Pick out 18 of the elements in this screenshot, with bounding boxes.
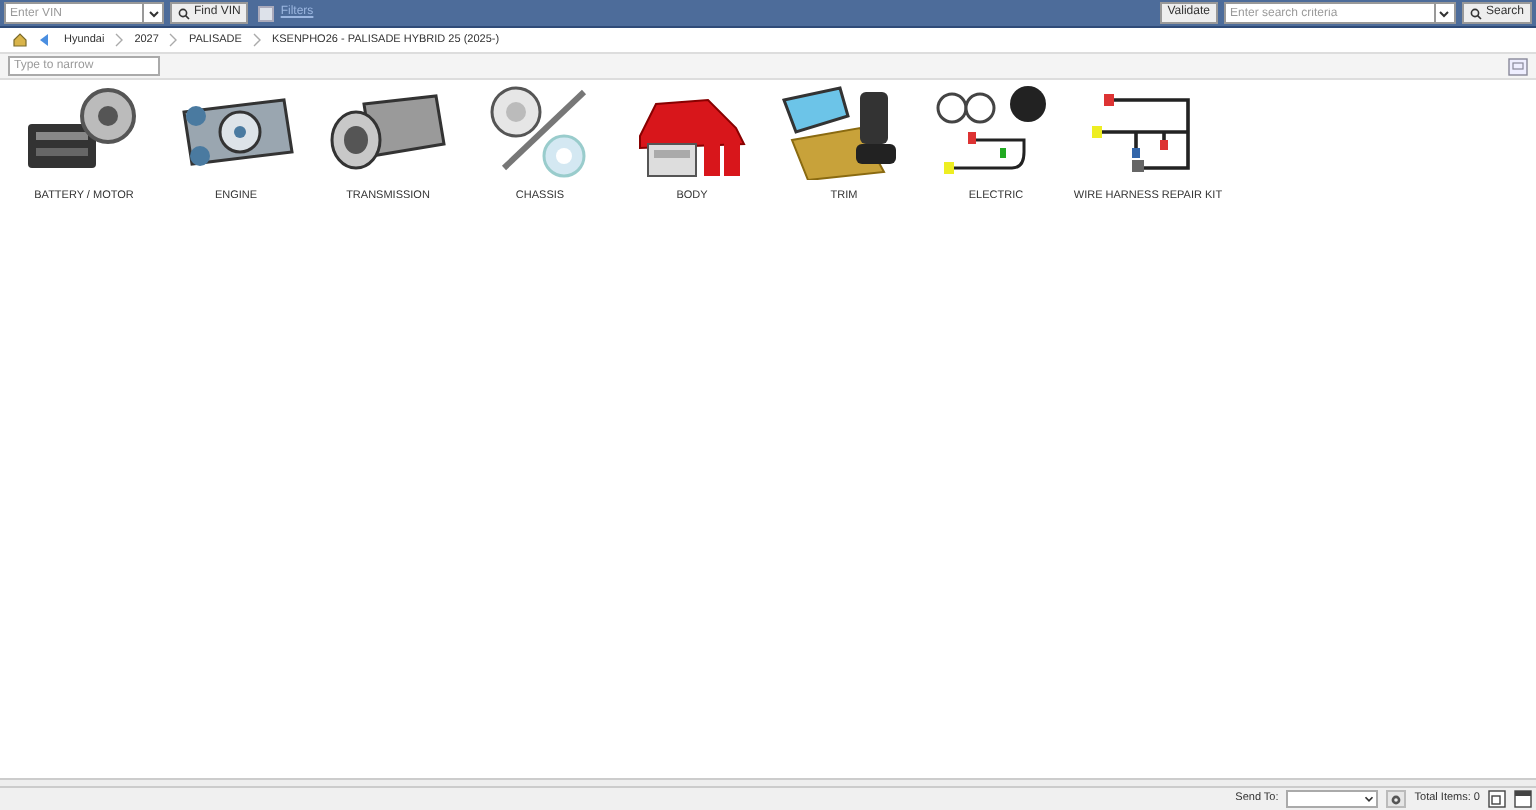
settings-button[interactable] xyxy=(1386,790,1407,808)
windows-icon[interactable] xyxy=(1488,790,1506,808)
window-icon[interactable] xyxy=(1514,790,1532,808)
panel-toggle-icon[interactable] xyxy=(1508,57,1528,75)
search-icon xyxy=(178,7,190,19)
filters-checkbox[interactable] xyxy=(258,5,275,21)
chevron-right-icon xyxy=(168,32,179,48)
chevron-down-icon xyxy=(145,5,161,21)
back-arrow-icon[interactable] xyxy=(38,32,54,48)
search-icon xyxy=(1469,7,1482,19)
settings-icon xyxy=(1390,793,1403,805)
chevron-right-icon xyxy=(251,32,262,48)
chevron-down-icon xyxy=(1362,792,1377,806)
home-icon[interactable] xyxy=(12,32,28,48)
dropdown-button[interactable] xyxy=(144,2,164,24)
dropdown-button[interactable] xyxy=(1435,2,1456,24)
chevron-right-icon xyxy=(114,32,125,48)
chevron-down-icon xyxy=(1436,5,1453,21)
